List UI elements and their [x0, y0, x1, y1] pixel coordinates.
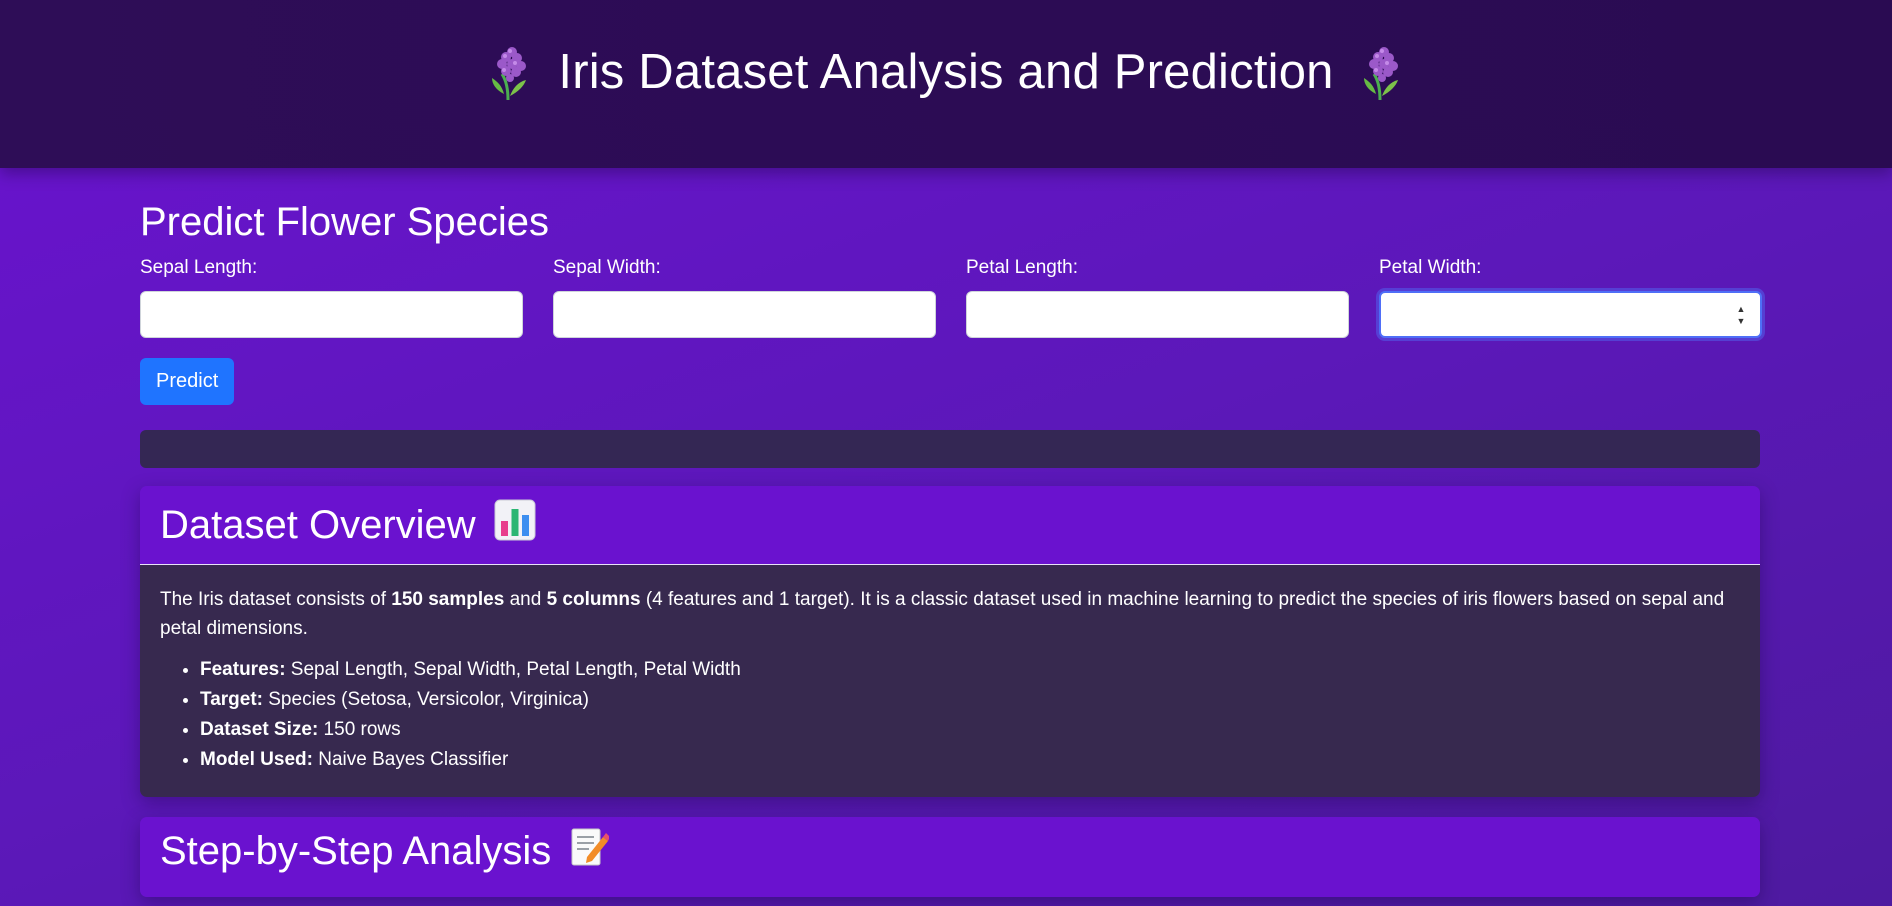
dataset-overview-card: Dataset Overview The Iris dataset consis…: [140, 486, 1760, 797]
page-title-text: Iris Dataset Analysis and Prediction: [558, 45, 1334, 99]
spinner-up-icon[interactable]: ▲: [1737, 304, 1746, 314]
columns-count: 5 columns: [546, 589, 641, 610]
sepal-width-input[interactable]: [553, 291, 936, 338]
predict-section-title: Predict Flower Species: [140, 200, 550, 244]
petal-length-label: Petal Length:: [966, 257, 1078, 278]
fact-key: Target:: [200, 689, 263, 710]
dataset-description: The Iris dataset consists of 150 samples…: [160, 585, 1740, 643]
sepal-width-label: Sepal Width:: [553, 257, 661, 278]
spinner-down-icon[interactable]: ▼: [1737, 316, 1746, 326]
list-item: Dataset Size: 150 rows: [200, 715, 1740, 745]
step-analysis-header: Step-by-Step Analysis: [140, 817, 1760, 897]
fact-key: Model Used:: [200, 749, 313, 770]
hyacinth-flower-icon: [1360, 44, 1404, 100]
sepal-width-group: Sepal Width:: [553, 257, 936, 338]
number-spinner[interactable]: ▲ ▼: [1734, 304, 1748, 326]
fact-value: 150 rows: [318, 719, 401, 740]
petal-width-input[interactable]: ▲ ▼: [1379, 291, 1762, 338]
fact-value: Species (Setosa, Versicolor, Virginica): [262, 689, 589, 710]
memo-pencil-icon: [569, 825, 611, 877]
fact-value: Naive Bayes Classifier: [312, 749, 509, 770]
list-item: Features: Sepal Length, Sepal Width, Pet…: [200, 655, 1740, 685]
predict-button[interactable]: Predict: [140, 358, 235, 405]
step-analysis-title-text: Step-by-Step Analysis: [160, 828, 552, 873]
petal-width-group: Petal Width: ▲ ▼: [1379, 257, 1762, 338]
dataset-overview-header: Dataset Overview: [140, 486, 1760, 565]
list-item: Target: Species (Setosa, Versicolor, Vir…: [200, 685, 1740, 715]
dataset-overview-body: The Iris dataset consists of 150 samples…: [140, 565, 1760, 797]
main-container: Predict Flower Species Sepal Length: Sep…: [140, 168, 1762, 897]
petal-length-group: Petal Length:: [966, 257, 1349, 338]
feature-input-row: Sepal Length: Sepal Width: Petal Length:…: [140, 257, 1762, 338]
sepal-length-input[interactable]: [140, 291, 523, 338]
list-item: Model Used: Naive Bayes Classifier: [200, 745, 1740, 775]
fact-value: Sepal Length, Sepal Width, Petal Length,…: [285, 659, 741, 680]
sepal-length-group: Sepal Length:: [140, 257, 523, 338]
fact-key: Dataset Size:: [200, 719, 319, 740]
fact-key: Features:: [200, 659, 286, 680]
hyacinth-flower-icon: [488, 44, 532, 100]
dataset-overview-title: Dataset Overview: [160, 499, 536, 551]
step-analysis-card: Step-by-Step Analysis: [140, 817, 1760, 897]
dataset-overview-title-text: Dataset Overview: [160, 502, 476, 547]
sepal-length-label: Sepal Length:: [140, 257, 258, 278]
description-and: and: [504, 589, 547, 610]
prediction-result: [140, 430, 1760, 468]
step-analysis-title: Step-by-Step Analysis: [160, 825, 611, 877]
description-text-1: The Iris dataset consists of: [160, 589, 392, 610]
dataset-facts-list: Features: Sepal Length, Sepal Width, Pet…: [160, 655, 1740, 775]
petal-length-input[interactable]: [966, 291, 1349, 338]
bar-chart-icon: [494, 499, 536, 551]
petal-width-label: Petal Width:: [1379, 257, 1482, 278]
page-header: Iris Dataset Analysis and Prediction: [0, 0, 1892, 168]
page-title: Iris Dataset Analysis and Prediction: [488, 44, 1403, 100]
samples-count: 150 samples: [391, 589, 505, 610]
